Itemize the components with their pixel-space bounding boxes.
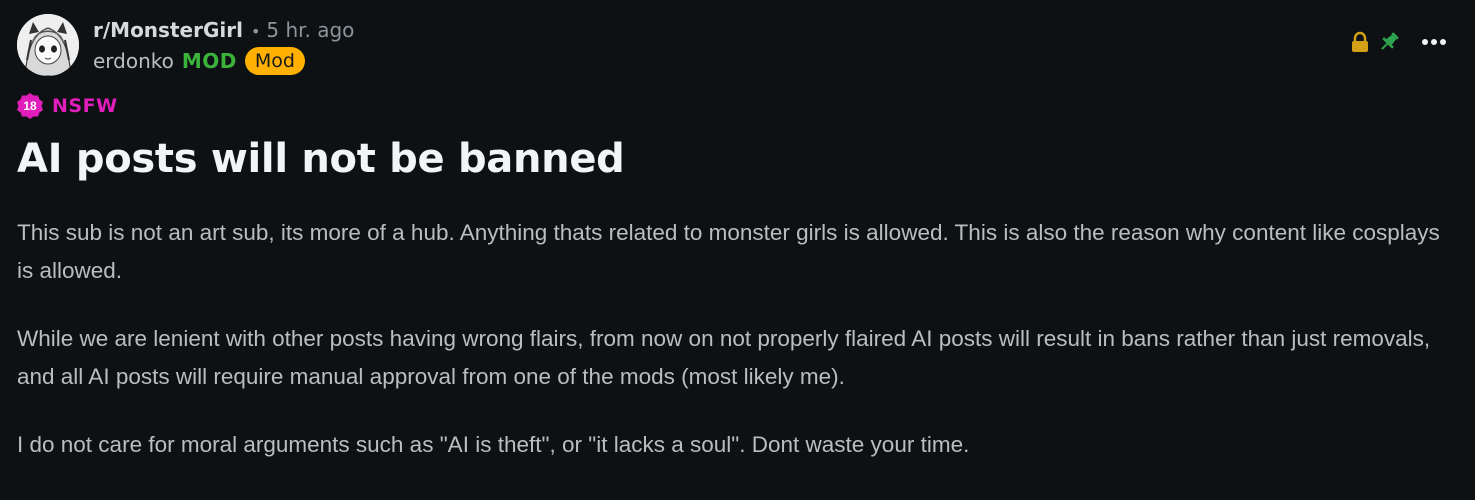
subreddit-avatar[interactable]	[17, 14, 79, 76]
post-body: This sub is not an art sub, its more of …	[17, 214, 1457, 494]
nsfw-label: NSFW	[52, 95, 118, 117]
post-paragraph: This sub is not an art sub, its more of …	[17, 220, 1440, 283]
user-flair: Mod	[244, 46, 305, 75]
post-time: 5 hr. ago	[266, 17, 355, 42]
avatar-image	[17, 14, 79, 76]
nsfw-tag: 18 NSFW	[17, 93, 118, 119]
mod-tag: MOD	[181, 48, 237, 73]
post-actions	[1349, 30, 1447, 54]
lock-icon	[1349, 31, 1371, 53]
nsfw-18-icon: 18	[17, 93, 43, 119]
post-paragraph: While we are lenient with other posts ha…	[17, 326, 1431, 389]
post-header: r/MonsterGirl • 5 hr. ago erdonko MOD Mo…	[17, 14, 354, 76]
post-title[interactable]: AI posts will not be banned	[17, 132, 625, 186]
more-options-icon[interactable]	[1421, 38, 1447, 46]
author-link[interactable]: erdonko	[93, 47, 174, 75]
post-meta: r/MonsterGirl • 5 hr. ago erdonko MOD Mo…	[93, 16, 354, 75]
subreddit-link[interactable]: r/MonsterGirl	[93, 16, 243, 44]
post-card: r/MonsterGirl • 5 hr. ago erdonko MOD Mo…	[0, 0, 1475, 500]
pin-icon	[1377, 30, 1401, 54]
post-paragraph: I do not care for moral arguments such a…	[17, 432, 970, 457]
meta-separator: •	[250, 21, 261, 41]
